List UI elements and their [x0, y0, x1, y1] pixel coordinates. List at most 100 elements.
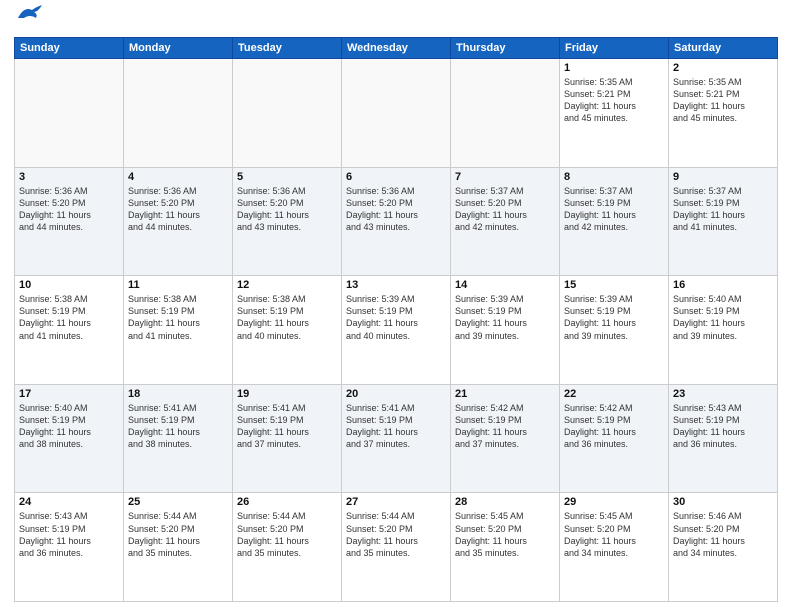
weekday-header: Sunday [15, 38, 124, 59]
calendar-cell: 3 Sunrise: 5:36 AM Sunset: 5:20 PM Daylig… [15, 167, 124, 276]
day-info: Sunrise: 5:46 AM Sunset: 5:20 PM Dayligh… [673, 510, 773, 559]
day-number: 8 [564, 171, 664, 183]
day-info: Sunrise: 5:44 AM Sunset: 5:20 PM Dayligh… [346, 510, 446, 559]
calendar-cell: 28 Sunrise: 5:45 AM Sunset: 5:20 PM Dayli… [451, 493, 560, 602]
weekday-header: Thursday [451, 38, 560, 59]
day-number: 5 [237, 171, 337, 183]
day-info: Sunrise: 5:36 AM Sunset: 5:20 PM Dayligh… [346, 185, 446, 234]
day-info: Sunrise: 5:38 AM Sunset: 5:19 PM Dayligh… [237, 293, 337, 342]
weekday-header: Friday [560, 38, 669, 59]
day-number: 11 [128, 279, 228, 291]
day-info: Sunrise: 5:42 AM Sunset: 5:19 PM Dayligh… [564, 402, 664, 451]
logo-bird-icon [16, 4, 44, 29]
calendar-cell: 23 Sunrise: 5:43 AM Sunset: 5:19 PM Dayli… [669, 384, 778, 493]
day-info: Sunrise: 5:39 AM Sunset: 5:19 PM Dayligh… [455, 293, 555, 342]
calendar-cell: 6 Sunrise: 5:36 AM Sunset: 5:20 PM Daylig… [342, 167, 451, 276]
day-number: 22 [564, 388, 664, 400]
calendar-cell: 30 Sunrise: 5:46 AM Sunset: 5:20 PM Dayli… [669, 493, 778, 602]
weekday-header: Wednesday [342, 38, 451, 59]
calendar-week-row: 1 Sunrise: 5:35 AM Sunset: 5:21 PM Daylig… [15, 59, 778, 168]
day-number: 19 [237, 388, 337, 400]
day-info: Sunrise: 5:38 AM Sunset: 5:19 PM Dayligh… [128, 293, 228, 342]
day-info: Sunrise: 5:43 AM Sunset: 5:19 PM Dayligh… [673, 402, 773, 451]
day-info: Sunrise: 5:36 AM Sunset: 5:20 PM Dayligh… [237, 185, 337, 234]
calendar-week-row: 17 Sunrise: 5:40 AM Sunset: 5:19 PM Dayli… [15, 384, 778, 493]
day-number: 14 [455, 279, 555, 291]
day-number: 2 [673, 62, 773, 74]
calendar-cell: 9 Sunrise: 5:37 AM Sunset: 5:19 PM Daylig… [669, 167, 778, 276]
weekday-header-row: SundayMondayTuesdayWednesdayThursdayFrid… [15, 38, 778, 59]
day-info: Sunrise: 5:36 AM Sunset: 5:20 PM Dayligh… [128, 185, 228, 234]
day-info: Sunrise: 5:37 AM Sunset: 5:19 PM Dayligh… [673, 185, 773, 234]
day-info: Sunrise: 5:39 AM Sunset: 5:19 PM Dayligh… [346, 293, 446, 342]
day-number: 25 [128, 496, 228, 508]
calendar-cell: 15Sunrise: 5:39 AM Sunset: 5:19 PM Dayli… [560, 276, 669, 385]
day-info: Sunrise: 5:45 AM Sunset: 5:20 PM Dayligh… [455, 510, 555, 559]
day-number: 12 [237, 279, 337, 291]
calendar-cell: 7 Sunrise: 5:37 AM Sunset: 5:20 PM Daylig… [451, 167, 560, 276]
day-info: Sunrise: 5:41 AM Sunset: 5:19 PM Dayligh… [128, 402, 228, 451]
day-info: Sunrise: 5:40 AM Sunset: 5:19 PM Dayligh… [19, 402, 119, 451]
calendar-cell: 18 Sunrise: 5:41 AM Sunset: 5:19 PM Dayli… [124, 384, 233, 493]
day-info: Sunrise: 5:37 AM Sunset: 5:20 PM Dayligh… [455, 185, 555, 234]
day-info: Sunrise: 5:35 AM Sunset: 5:21 PM Dayligh… [673, 76, 773, 125]
day-info: Sunrise: 5:41 AM Sunset: 5:19 PM Dayligh… [237, 402, 337, 451]
day-number: 3 [19, 171, 119, 183]
day-info: Sunrise: 5:44 AM Sunset: 5:20 PM Dayligh… [237, 510, 337, 559]
calendar-cell: 20Sunrise: 5:41 AM Sunset: 5:19 PM Dayli… [342, 384, 451, 493]
calendar-cell: 29 Sunrise: 5:45 AM Sunset: 5:20 PM Dayli… [560, 493, 669, 602]
day-info: Sunrise: 5:35 AM Sunset: 5:21 PM Dayligh… [564, 76, 664, 125]
day-info: Sunrise: 5:43 AM Sunset: 5:19 PM Dayligh… [19, 510, 119, 559]
day-info: Sunrise: 5:36 AM Sunset: 5:20 PM Dayligh… [19, 185, 119, 234]
calendar-cell [342, 59, 451, 168]
day-number: 17 [19, 388, 119, 400]
calendar-cell: 22 Sunrise: 5:42 AM Sunset: 5:19 PM Dayli… [560, 384, 669, 493]
calendar-cell: 14 Sunrise: 5:39 AM Sunset: 5:19 PM Dayli… [451, 276, 560, 385]
day-number: 1 [564, 62, 664, 74]
header [14, 10, 778, 31]
day-info: Sunrise: 5:38 AM Sunset: 5:19 PM Dayligh… [19, 293, 119, 342]
page: SundayMondayTuesdayWednesdayThursdayFrid… [0, 0, 792, 612]
day-info: Sunrise: 5:45 AM Sunset: 5:20 PM Dayligh… [564, 510, 664, 559]
calendar-cell: 2 Sunrise: 5:35 AM Sunset: 5:21 PM Daylig… [669, 59, 778, 168]
day-number: 16 [673, 279, 773, 291]
day-number: 29 [564, 496, 664, 508]
weekday-header: Tuesday [233, 38, 342, 59]
day-number: 7 [455, 171, 555, 183]
calendar-cell: 4 Sunrise: 5:36 AM Sunset: 5:20 PM Daylig… [124, 167, 233, 276]
day-number: 20 [346, 388, 446, 400]
calendar-cell: 5 Sunrise: 5:36 AM Sunset: 5:20 PM Daylig… [233, 167, 342, 276]
calendar-week-row: 10 Sunrise: 5:38 AM Sunset: 5:19 PM Dayli… [15, 276, 778, 385]
calendar-cell [233, 59, 342, 168]
calendar-cell: 17 Sunrise: 5:40 AM Sunset: 5:19 PM Dayli… [15, 384, 124, 493]
day-number: 4 [128, 171, 228, 183]
calendar-cell: 24 Sunrise: 5:43 AM Sunset: 5:19 PM Dayli… [15, 493, 124, 602]
day-info: Sunrise: 5:37 AM Sunset: 5:19 PM Dayligh… [564, 185, 664, 234]
day-number: 15 [564, 279, 664, 291]
calendar-cell [15, 59, 124, 168]
day-number: 24 [19, 496, 119, 508]
day-number: 21 [455, 388, 555, 400]
weekday-header: Monday [124, 38, 233, 59]
calendar-cell: 16 Sunrise: 5:40 AM Sunset: 5:19 PM Dayli… [669, 276, 778, 385]
day-number: 30 [673, 496, 773, 508]
day-number: 23 [673, 388, 773, 400]
calendar-cell: 12 Sunrise: 5:38 AM Sunset: 5:19 PM Dayli… [233, 276, 342, 385]
day-info: Sunrise: 5:40 AM Sunset: 5:19 PM Dayligh… [673, 293, 773, 342]
calendar-cell: 26 Sunrise: 5:44 AM Sunset: 5:20 PM Dayli… [233, 493, 342, 602]
calendar-cell: 25 Sunrise: 5:44 AM Sunset: 5:20 PM Dayli… [124, 493, 233, 602]
day-number: 9 [673, 171, 773, 183]
calendar-cell: 13Sunrise: 5:39 AM Sunset: 5:19 PM Dayli… [342, 276, 451, 385]
calendar-week-row: 24 Sunrise: 5:43 AM Sunset: 5:19 PM Dayli… [15, 493, 778, 602]
day-info: Sunrise: 5:44 AM Sunset: 5:20 PM Dayligh… [128, 510, 228, 559]
day-number: 18 [128, 388, 228, 400]
day-number: 10 [19, 279, 119, 291]
day-number: 28 [455, 496, 555, 508]
day-number: 26 [237, 496, 337, 508]
calendar-cell: 27Sunrise: 5:44 AM Sunset: 5:20 PM Dayli… [342, 493, 451, 602]
calendar-cell: 21 Sunrise: 5:42 AM Sunset: 5:19 PM Dayli… [451, 384, 560, 493]
day-info: Sunrise: 5:42 AM Sunset: 5:19 PM Dayligh… [455, 402, 555, 451]
day-number: 6 [346, 171, 446, 183]
calendar-cell [124, 59, 233, 168]
calendar-table: SundayMondayTuesdayWednesdayThursdayFrid… [14, 37, 778, 602]
